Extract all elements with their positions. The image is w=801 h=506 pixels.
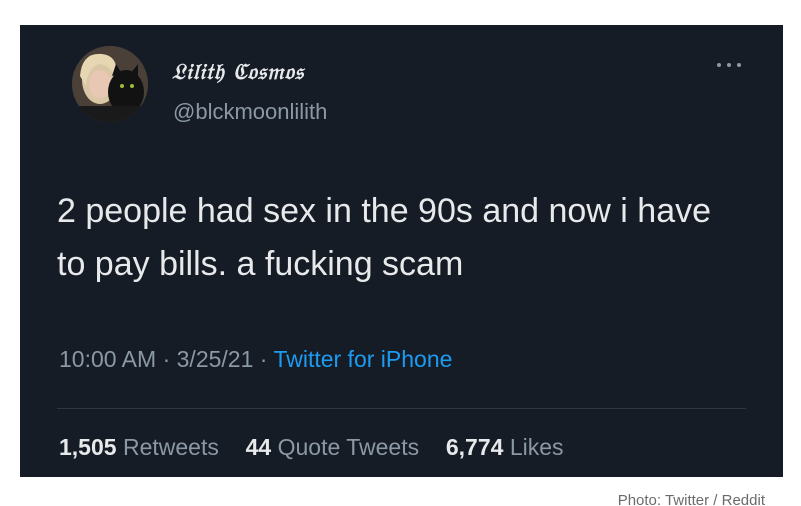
avatar-photo-icon	[72, 46, 148, 122]
retweets-count: 1,505	[59, 434, 117, 460]
quote-tweets-count: 44	[245, 434, 272, 460]
tweet-text: 2 people had sex in the 90s and now i ha…	[57, 192, 712, 283]
page: 𝔏𝔦𝔩𝔦𝔱𝔥 ℭ𝔬𝔰𝔪𝔬𝔰 @blckmoonlilith 2 people h…	[0, 0, 801, 506]
likes-stat[interactable]: 6,774 Likes	[446, 434, 564, 460]
user-handle[interactable]: @blckmoonlilith	[173, 99, 327, 125]
tweet-card: 𝔏𝔦𝔩𝔦𝔱𝔥 ℭ𝔬𝔰𝔪𝔬𝔰 @blckmoonlilith 2 people h…	[20, 25, 783, 477]
meta-separator: ·	[162, 346, 171, 372]
tweet-time[interactable]: 10:00 AM	[59, 346, 156, 372]
display-name[interactable]: 𝔏𝔦𝔩𝔦𝔱𝔥 ℭ𝔬𝔰𝔪𝔬𝔰	[172, 59, 304, 85]
retweets-label: Retweets	[122, 434, 219, 460]
photo-credit: Photo: Twitter / Reddit	[617, 492, 765, 506]
more-dot	[727, 63, 731, 67]
retweets-stat[interactable]: 1,505 Retweets	[59, 434, 225, 460]
tweet-meta: 10:00 AM · 3/25/21 · Twitter for iPhone	[59, 346, 452, 373]
divider	[57, 408, 746, 409]
likes-label: Likes	[509, 434, 564, 460]
tweet-date[interactable]: 3/25/21	[177, 346, 254, 372]
tweet-stats: 1,505 Retweets 44 Quote Tweets 6,774 Lik…	[59, 434, 564, 461]
quote-tweets-label: Quote Tweets	[277, 434, 420, 460]
tweet-source-link[interactable]: Twitter for iPhone	[273, 346, 452, 372]
meta-separator: ·	[259, 346, 268, 372]
more-dot	[717, 63, 721, 67]
likes-count: 6,774	[445, 434, 504, 460]
quote-tweets-stat[interactable]: 44 Quote Tweets	[246, 434, 426, 460]
more-dot	[737, 63, 741, 67]
more-horizontal-icon[interactable]	[717, 59, 741, 71]
avatar[interactable]	[72, 46, 148, 122]
